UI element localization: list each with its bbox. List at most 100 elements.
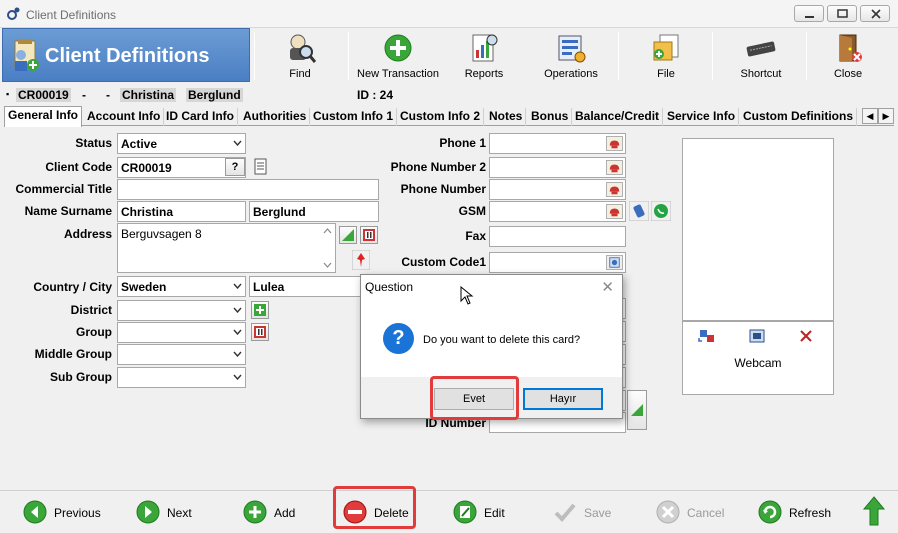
camera-icon[interactable]: [748, 328, 766, 344]
dialog-close-icon[interactable]: ✕: [601, 278, 614, 296]
yes-highlight: [430, 376, 519, 420]
name-surname-label: Name Surname: [24, 204, 112, 218]
custom-code1-label: Custom Code1: [401, 255, 486, 269]
tab-scroll-left[interactable]: ◀: [862, 108, 878, 124]
tab-balance-credit[interactable]: Balance/Credit: [572, 108, 664, 126]
phone1-input[interactable]: [489, 133, 626, 154]
phone-number2-input[interactable]: [489, 157, 626, 178]
tab-bonus[interactable]: Bonus: [528, 108, 573, 126]
new-transaction-button[interactable]: New Transaction: [352, 30, 444, 82]
close-window-button[interactable]: [860, 5, 890, 22]
phone1-label: Phone 1: [439, 136, 486, 150]
status-select[interactable]: Active: [117, 133, 246, 154]
refresh-button[interactable]: Refresh: [757, 497, 837, 529]
toolbar-separator: [254, 32, 255, 80]
sms-icon[interactable]: [629, 201, 649, 221]
tab-service-info[interactable]: Service Info: [664, 108, 740, 126]
whatsapp-icon[interactable]: [651, 201, 671, 221]
gsm-input[interactable]: [489, 201, 626, 222]
group-select[interactable]: [117, 322, 246, 343]
sub-group-label: Sub Group: [50, 370, 112, 384]
chevron-down-icon: [233, 140, 242, 146]
window-titlebar: Client Definitions: [0, 0, 898, 28]
minimize-button[interactable]: [794, 5, 824, 22]
tab-account-info[interactable]: Account Info: [84, 108, 165, 126]
reports-button[interactable]: Reports: [448, 30, 520, 82]
previous-button[interactable]: Previous: [22, 497, 122, 529]
middle-group-select[interactable]: [117, 344, 246, 365]
phone-number-label: Phone Number: [400, 182, 486, 196]
toolbar-separator: [806, 32, 807, 80]
question-icon: ?: [383, 323, 414, 354]
find-button[interactable]: Find: [262, 30, 338, 82]
dialog-title: Question: [365, 280, 414, 294]
pin-icon[interactable]: [352, 250, 370, 270]
dialog-message: Do you want to delete this card?: [423, 334, 581, 346]
edit-button[interactable]: Edit: [452, 497, 522, 529]
address-edit-button[interactable]: [360, 226, 378, 244]
surname-input[interactable]: Berglund: [249, 201, 379, 222]
chevron-down-icon: [233, 351, 242, 357]
close-button[interactable]: Close: [812, 30, 884, 82]
window-title: Client Definitions: [26, 8, 117, 22]
add-button[interactable]: Add: [242, 497, 312, 529]
tab-custom-definitions[interactable]: Custom Definitions: [740, 108, 857, 126]
phone-icon[interactable]: [606, 182, 623, 197]
plus-circle-icon: [243, 500, 267, 524]
expand-button[interactable]: [627, 390, 647, 430]
tab-authorities[interactable]: Authorities: [240, 108, 311, 126]
tab-custom-info-1[interactable]: Custom Info 1: [310, 108, 397, 126]
cancel-button[interactable]: Cancel: [655, 497, 735, 529]
toolbar-separator: [712, 32, 713, 80]
custom-code1-input[interactable]: [489, 252, 626, 273]
tab-scroll-right[interactable]: ▶: [878, 108, 894, 124]
cancel-icon: [656, 500, 680, 524]
phone-number-input[interactable]: [489, 179, 626, 200]
toolbar-separator: [618, 32, 619, 80]
next-button[interactable]: Next: [135, 497, 215, 529]
district-select[interactable]: [117, 300, 246, 321]
file-button[interactable]: File: [628, 30, 704, 82]
tab-id-card-info[interactable]: ID Card Info: [163, 108, 238, 126]
scroll-down-icon[interactable]: [323, 262, 332, 268]
phone-icon[interactable]: [606, 160, 623, 175]
client-code-lookup-button[interactable]: ?: [225, 158, 245, 176]
scroll-up-icon[interactable]: [323, 228, 332, 234]
edit-icon: [453, 500, 477, 524]
delete-photo-icon[interactable]: [798, 328, 814, 344]
tab-custom-info-2[interactable]: Custom Info 2: [397, 108, 484, 126]
no-button[interactable]: Hayır: [523, 388, 603, 410]
document-icon[interactable]: [254, 158, 268, 176]
lookup-icon[interactable]: [606, 255, 623, 270]
pause-icon: [254, 326, 266, 338]
first-name-display: Christina: [120, 88, 177, 102]
swap-icon[interactable]: [698, 328, 716, 344]
gsm-label: GSM: [458, 204, 486, 218]
maximize-button[interactable]: [827, 5, 857, 22]
name-input[interactable]: Christina: [117, 201, 246, 222]
sub-group-select[interactable]: [117, 367, 246, 388]
photo-area[interactable]: [682, 138, 834, 321]
add-district-button[interactable]: [251, 301, 269, 319]
phone-icon[interactable]: [606, 136, 623, 151]
shortcut-button[interactable]: Shortcut: [722, 30, 800, 82]
operations-button[interactable]: Operations: [532, 30, 610, 82]
group-edit-button[interactable]: [251, 323, 269, 341]
commercial-title-input[interactable]: [117, 179, 379, 200]
address-map-button[interactable]: [339, 226, 357, 244]
last-name-display: Berglund: [186, 88, 243, 102]
toolbar-separator: [348, 32, 349, 80]
arrow-up-icon[interactable]: [862, 495, 886, 527]
phone-icon[interactable]: [606, 204, 623, 219]
tab-notes[interactable]: Notes: [486, 108, 527, 126]
save-button[interactable]: Save: [552, 497, 622, 529]
checkmark-icon: [554, 503, 576, 522]
tab-general-info[interactable]: General Info: [4, 106, 83, 127]
address-textarea[interactable]: Berguvsagen 8: [117, 223, 336, 273]
fax-input[interactable]: [489, 226, 626, 247]
tab-strip: General Info Account Info ID Card Info A…: [4, 106, 894, 127]
operations-icon: [558, 35, 586, 63]
status-label: Status: [75, 136, 112, 150]
chevron-down-icon: [233, 374, 242, 380]
country-select[interactable]: Sweden: [117, 276, 246, 297]
